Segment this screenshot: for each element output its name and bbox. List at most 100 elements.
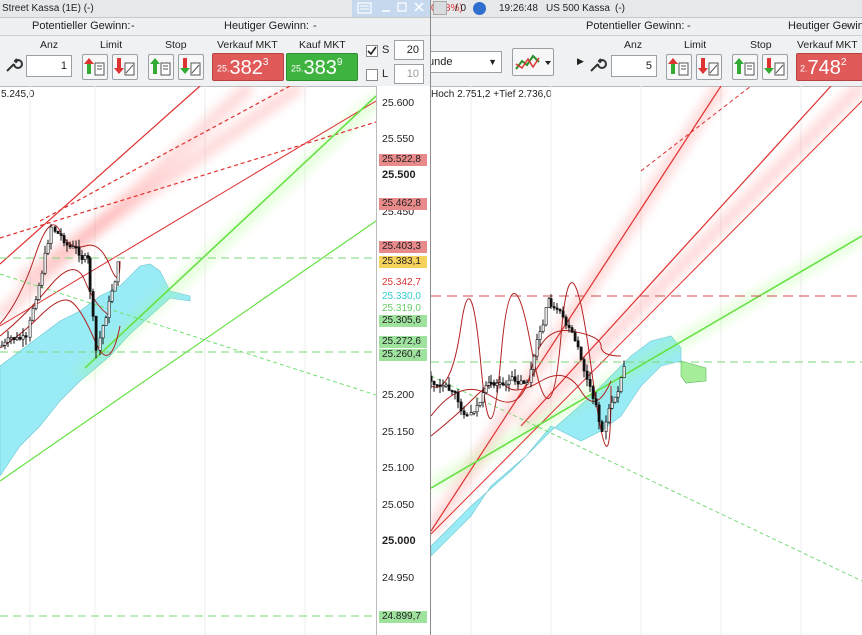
l-input[interactable]: 10 bbox=[394, 64, 424, 84]
stop-order-sell-icon[interactable] bbox=[762, 54, 788, 80]
left-price-axis[interactable]: 25.600 25.550 25.500 25.450 25.200 25.15… bbox=[376, 86, 430, 635]
toolbar-expand-arrow-icon[interactable]: ▶ bbox=[577, 56, 584, 67]
candle-body bbox=[610, 401, 614, 409]
candle-body bbox=[462, 410, 466, 415]
candle-body bbox=[570, 327, 574, 333]
candle-body bbox=[597, 404, 601, 423]
candle-body bbox=[56, 231, 60, 234]
sell-market-button[interactable]: 25.3823 bbox=[212, 53, 284, 81]
sell-market-button[interactable]: 2.7482 bbox=[796, 53, 862, 81]
candle-body bbox=[582, 359, 586, 372]
candle-body bbox=[431, 375, 433, 382]
left-gain-bar: Potentieller Gewinn: - Heutiger Gewinn: … bbox=[0, 18, 430, 36]
period-select[interactable]: unde ▼ bbox=[431, 51, 502, 73]
right-quantity-input[interactable]: 5 bbox=[611, 55, 657, 77]
candle-body bbox=[110, 290, 114, 302]
price-tag: 25.319,0 bbox=[379, 303, 427, 314]
right-order-toolbar: unde ▼ ▶ Anz Limit Stop Verkauf MKT 5 2.… bbox=[431, 36, 862, 87]
chart-type-icon[interactable] bbox=[512, 48, 554, 76]
right-price-chart[interactable] bbox=[431, 86, 862, 635]
limit-header: Limit bbox=[100, 39, 123, 51]
candle-body bbox=[619, 377, 623, 392]
candle-body bbox=[519, 380, 523, 385]
limit-order-sell-icon[interactable] bbox=[696, 54, 722, 80]
limit-header: Limit bbox=[684, 39, 707, 51]
candle-body bbox=[507, 379, 511, 385]
candle-body bbox=[588, 379, 592, 387]
current-price-tag: 25.383,1 bbox=[379, 256, 427, 268]
candle-body bbox=[43, 252, 47, 274]
price-tag: 25.330,0 bbox=[379, 292, 427, 302]
left-chart-window: Street Kassa (1E) (-) Potentieller Gewin… bbox=[0, 0, 430, 635]
candle-body bbox=[88, 257, 92, 292]
stop-header: Stop bbox=[750, 39, 772, 51]
candle-body bbox=[98, 337, 102, 351]
candle-body bbox=[573, 332, 577, 342]
l-checkbox[interactable] bbox=[366, 69, 378, 81]
today-gain-value: - bbox=[313, 20, 317, 32]
candle-body bbox=[484, 385, 488, 394]
candle-body bbox=[492, 382, 496, 386]
stop-order-icon[interactable] bbox=[732, 54, 758, 80]
limit-order-icon[interactable] bbox=[82, 54, 108, 80]
stop-order-icon[interactable] bbox=[148, 54, 174, 80]
candle-body bbox=[561, 310, 565, 318]
candle-body bbox=[450, 390, 454, 393]
candle-body bbox=[616, 391, 620, 398]
s-input[interactable]: 20 bbox=[394, 40, 424, 60]
window-controls-icon[interactable] bbox=[352, 0, 430, 17]
axis-tick: 25.500 bbox=[382, 169, 416, 181]
settings-icon[interactable] bbox=[473, 2, 486, 15]
candle-body bbox=[604, 421, 608, 432]
price-tag: 25.342,7 bbox=[379, 278, 427, 288]
candle-body bbox=[475, 405, 479, 413]
sell-header: Verkauf MKT bbox=[797, 39, 858, 51]
candle-body bbox=[62, 235, 66, 244]
buy-market-button[interactable]: 25.3839 bbox=[286, 53, 358, 81]
price-tag: 25.403,3 bbox=[379, 241, 427, 253]
stop-header: Stop bbox=[165, 39, 187, 51]
expand-icon[interactable] bbox=[433, 1, 447, 15]
candle-body bbox=[579, 346, 583, 360]
limit-order-sell-icon[interactable] bbox=[112, 54, 138, 80]
buy-header: Kauf MKT bbox=[299, 39, 346, 51]
wrench-icon[interactable] bbox=[586, 54, 608, 76]
candle-body bbox=[544, 307, 548, 326]
limit-order-icon[interactable] bbox=[666, 54, 692, 80]
candle-body bbox=[101, 325, 105, 339]
candle-body bbox=[495, 382, 499, 386]
right-gain-bar: Potentieller Gewinn: - Heutiger Gewinn: … bbox=[431, 18, 862, 36]
left-price-chart[interactable] bbox=[0, 86, 376, 635]
candle-body bbox=[24, 335, 28, 338]
candle-body bbox=[522, 380, 526, 384]
anz-header: Anz bbox=[40, 39, 59, 51]
s-label: S bbox=[382, 44, 390, 56]
right-title-sep: / 0 bbox=[455, 3, 467, 14]
candle-body bbox=[504, 383, 508, 387]
trendline bbox=[431, 86, 722, 532]
left-quantity-input[interactable]: 1 bbox=[26, 55, 72, 77]
trendline bbox=[431, 100, 862, 535]
candle-body bbox=[498, 382, 502, 385]
axis-tick: 25.200 bbox=[382, 389, 415, 401]
left-window-titlebar[interactable]: Street Kassa (1E) (-) bbox=[0, 0, 430, 18]
candle-body bbox=[529, 369, 533, 383]
candle-body bbox=[438, 384, 442, 387]
candle-body bbox=[459, 401, 463, 412]
right-window-titlebar[interactable]: 0,08%) / 0 19:26:48 US 500 Kassa (-) bbox=[431, 0, 862, 18]
candle-body bbox=[501, 382, 505, 386]
candle-body bbox=[478, 401, 482, 406]
candle-body bbox=[15, 337, 19, 341]
candle-body bbox=[594, 398, 598, 406]
price-tag: 25.272,6 bbox=[379, 336, 427, 348]
candle-body bbox=[18, 337, 22, 340]
stop-order-sell-icon[interactable] bbox=[178, 54, 204, 80]
checkbox-checked-icon[interactable] bbox=[366, 45, 378, 57]
price-tag: 25.522,8 bbox=[379, 154, 427, 166]
candle-body bbox=[525, 382, 529, 385]
candle-body bbox=[513, 376, 517, 382]
buy-price-prefix: 25. bbox=[291, 63, 304, 74]
candle-body bbox=[435, 384, 439, 387]
wrench-icon[interactable] bbox=[2, 54, 24, 76]
candle-body bbox=[65, 242, 69, 246]
